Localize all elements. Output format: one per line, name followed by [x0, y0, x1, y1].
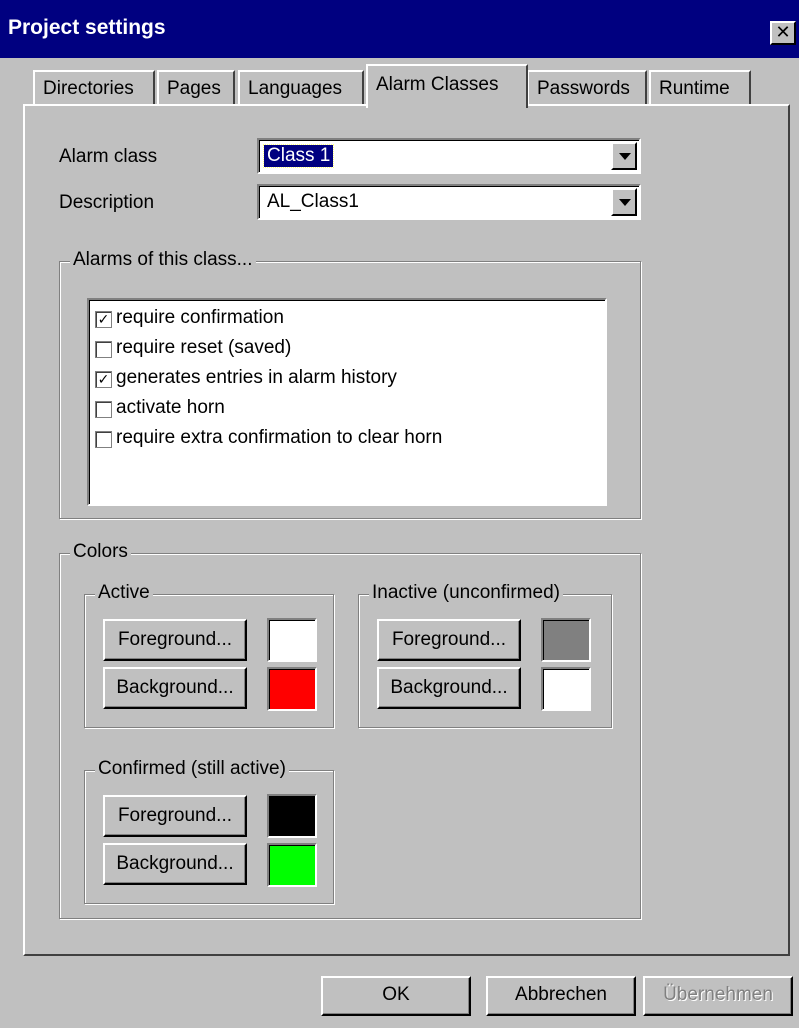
- active-background-swatch: [267, 667, 317, 711]
- tab-languages[interactable]: Languages: [238, 70, 364, 106]
- option-label: require confirmation: [116, 307, 284, 328]
- chevron-down-icon[interactable]: [611, 188, 637, 216]
- apply-button[interactable]: Übernehmen: [643, 976, 793, 1016]
- alarm-class-label: Alarm class: [59, 146, 158, 167]
- close-icon: ✕: [775, 22, 791, 42]
- tab-runtime[interactable]: Runtime: [649, 70, 751, 106]
- alarm-class-value: Class 1: [262, 144, 335, 168]
- confirmed-foreground-button[interactable]: Foreground...: [103, 795, 247, 837]
- chevron-down-icon[interactable]: [611, 142, 637, 170]
- tab-passwords[interactable]: Passwords: [527, 70, 647, 106]
- checkbox[interactable]: [95, 401, 112, 418]
- check-icon[interactable]: ✓: [95, 371, 112, 388]
- description-value: AL_Class1: [267, 191, 359, 212]
- tab-label: Runtime: [659, 78, 730, 99]
- tab-label: Directories: [43, 78, 134, 99]
- alarm-options-list[interactable]: ✓ require confirmation require reset (sa…: [87, 298, 607, 506]
- active-colors-group: Active Foreground... Background...: [84, 582, 334, 728]
- check-icon[interactable]: ✓: [95, 311, 112, 328]
- close-button[interactable]: ✕: [770, 21, 796, 45]
- inactive-foreground-button[interactable]: Foreground...: [377, 619, 521, 661]
- colors-group: Colors Active Foreground... Background..…: [59, 541, 641, 919]
- confirmed-foreground-swatch: [267, 794, 317, 838]
- confirmed-colors-group: Confirmed (still active) Foreground... B…: [84, 758, 334, 904]
- option-label: activate horn: [116, 397, 225, 418]
- alarms-group-title: Alarms of this class...: [70, 249, 256, 271]
- window-title: Project settings: [8, 16, 166, 39]
- active-group-title: Active: [95, 582, 153, 604]
- confirmed-group-title: Confirmed (still active): [95, 758, 289, 780]
- confirmed-background-button[interactable]: Background...: [103, 843, 247, 885]
- title-bar: Project settings ✕: [0, 0, 799, 58]
- alarms-group: Alarms of this class... ✓ require confir…: [59, 249, 641, 519]
- checkbox[interactable]: [95, 341, 112, 358]
- inactive-group-title: Inactive (unconfirmed): [369, 582, 563, 604]
- tab-label: Passwords: [537, 78, 630, 99]
- tab-alarm-classes[interactable]: Alarm Classes: [366, 64, 528, 108]
- description-select[interactable]: AL_Class1: [257, 184, 641, 220]
- active-background-button[interactable]: Background...: [103, 667, 247, 709]
- alarm-class-select[interactable]: Class 1: [257, 138, 641, 174]
- tab-pages[interactable]: Pages: [157, 70, 235, 106]
- active-foreground-swatch: [267, 618, 317, 662]
- cancel-button[interactable]: Abbrechen: [486, 976, 636, 1016]
- description-label: Description: [59, 192, 155, 213]
- checkbox[interactable]: [95, 431, 112, 448]
- ok-button[interactable]: OK: [321, 976, 471, 1016]
- tab-label: Pages: [167, 78, 221, 99]
- inactive-foreground-swatch: [541, 618, 591, 662]
- tab-label: Alarm Classes: [376, 74, 499, 95]
- option-label: generates entries in alarm history: [116, 367, 397, 388]
- option-label: require extra confirmation to clear horn: [116, 427, 443, 448]
- active-foreground-button[interactable]: Foreground...: [103, 619, 247, 661]
- colors-group-title: Colors: [70, 541, 131, 563]
- tab-directories[interactable]: Directories: [33, 70, 155, 106]
- tab-label: Languages: [248, 78, 343, 99]
- inactive-colors-group: Inactive (unconfirmed) Foreground... Bac…: [358, 582, 612, 728]
- inactive-background-swatch: [541, 667, 591, 711]
- option-label: require reset (saved): [116, 337, 292, 358]
- confirmed-background-swatch: [267, 843, 317, 887]
- inactive-background-button[interactable]: Background...: [377, 667, 521, 709]
- tab-panel-alarm-classes: Alarm class Class 1 Description AL_Class…: [23, 104, 790, 956]
